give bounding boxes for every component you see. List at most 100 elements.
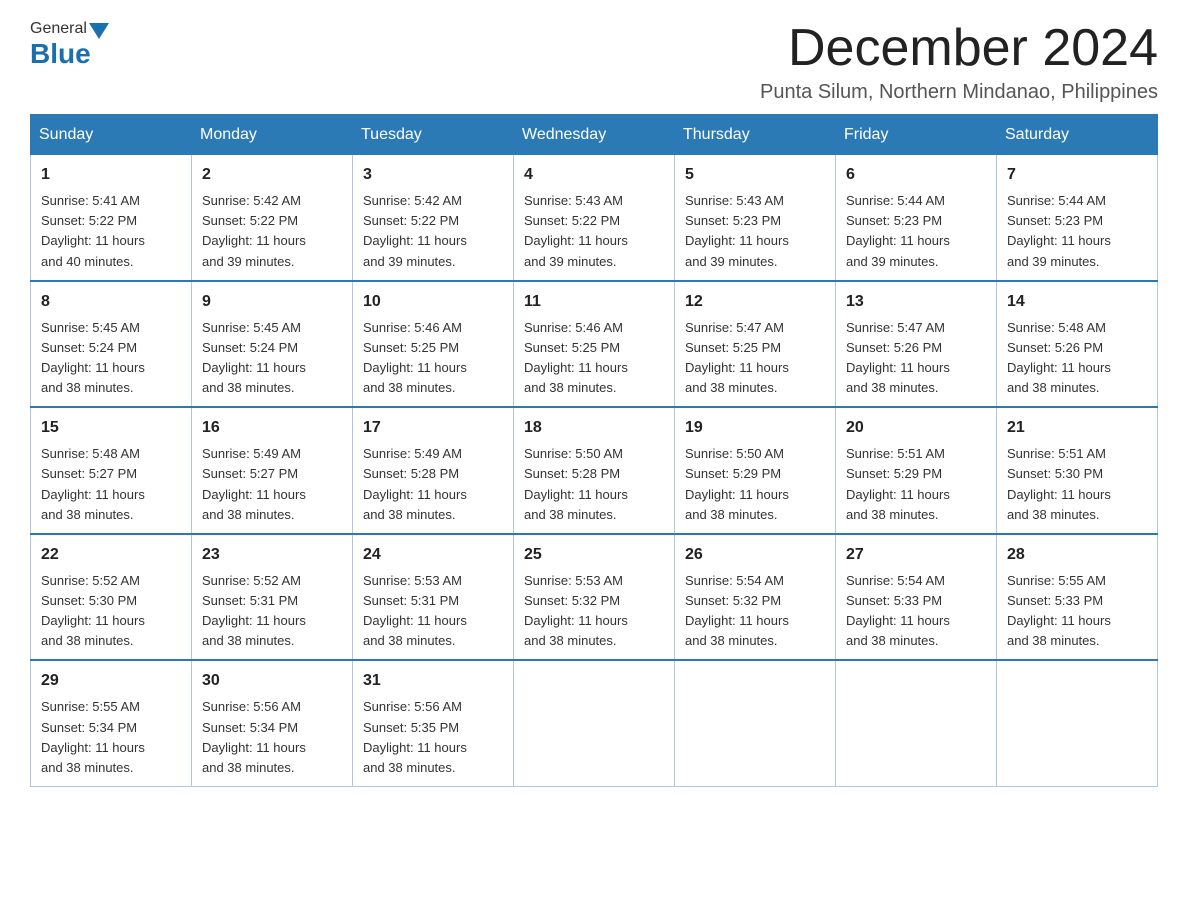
calendar-cell xyxy=(997,660,1158,786)
day-info: Sunrise: 5:46 AMSunset: 5:25 PMDaylight:… xyxy=(363,320,467,395)
page-header: General Blue December 2024 Punta Silum, … xyxy=(30,20,1158,104)
calendar-week-row: 15 Sunrise: 5:48 AMSunset: 5:27 PMDaylig… xyxy=(31,407,1158,534)
day-info: Sunrise: 5:54 AMSunset: 5:32 PMDaylight:… xyxy=(685,573,789,648)
calendar-cell: 21 Sunrise: 5:51 AMSunset: 5:30 PMDaylig… xyxy=(997,407,1158,534)
day-info: Sunrise: 5:43 AMSunset: 5:23 PMDaylight:… xyxy=(685,193,789,268)
day-number: 19 xyxy=(685,416,825,440)
calendar-cell: 5 Sunrise: 5:43 AMSunset: 5:23 PMDayligh… xyxy=(675,155,836,281)
day-info: Sunrise: 5:48 AMSunset: 5:26 PMDaylight:… xyxy=(1007,320,1111,395)
day-number: 22 xyxy=(41,543,181,567)
calendar-cell: 26 Sunrise: 5:54 AMSunset: 5:32 PMDaylig… xyxy=(675,534,836,661)
calendar-cell: 17 Sunrise: 5:49 AMSunset: 5:28 PMDaylig… xyxy=(353,407,514,534)
day-info: Sunrise: 5:51 AMSunset: 5:29 PMDaylight:… xyxy=(846,446,950,521)
day-number: 16 xyxy=(202,416,342,440)
calendar-cell xyxy=(675,660,836,786)
day-number: 2 xyxy=(202,163,342,187)
day-number: 3 xyxy=(363,163,503,187)
calendar-header-wednesday: Wednesday xyxy=(514,115,675,155)
day-info: Sunrise: 5:47 AMSunset: 5:26 PMDaylight:… xyxy=(846,320,950,395)
day-number: 28 xyxy=(1007,543,1147,567)
day-info: Sunrise: 5:53 AMSunset: 5:32 PMDaylight:… xyxy=(524,573,628,648)
calendar-cell: 16 Sunrise: 5:49 AMSunset: 5:27 PMDaylig… xyxy=(192,407,353,534)
calendar-cell: 25 Sunrise: 5:53 AMSunset: 5:32 PMDaylig… xyxy=(514,534,675,661)
day-info: Sunrise: 5:46 AMSunset: 5:25 PMDaylight:… xyxy=(524,320,628,395)
calendar-cell: 23 Sunrise: 5:52 AMSunset: 5:31 PMDaylig… xyxy=(192,534,353,661)
day-info: Sunrise: 5:47 AMSunset: 5:25 PMDaylight:… xyxy=(685,320,789,395)
day-info: Sunrise: 5:49 AMSunset: 5:28 PMDaylight:… xyxy=(363,446,467,521)
calendar-cell: 28 Sunrise: 5:55 AMSunset: 5:33 PMDaylig… xyxy=(997,534,1158,661)
calendar-cell: 20 Sunrise: 5:51 AMSunset: 5:29 PMDaylig… xyxy=(836,407,997,534)
day-info: Sunrise: 5:48 AMSunset: 5:27 PMDaylight:… xyxy=(41,446,145,521)
day-info: Sunrise: 5:54 AMSunset: 5:33 PMDaylight:… xyxy=(846,573,950,648)
calendar-week-row: 29 Sunrise: 5:55 AMSunset: 5:34 PMDaylig… xyxy=(31,660,1158,786)
day-number: 11 xyxy=(524,290,664,314)
day-number: 13 xyxy=(846,290,986,314)
calendar-cell: 2 Sunrise: 5:42 AMSunset: 5:22 PMDayligh… xyxy=(192,155,353,281)
day-info: Sunrise: 5:43 AMSunset: 5:22 PMDaylight:… xyxy=(524,193,628,268)
logo-triangle-icon xyxy=(89,23,109,39)
day-info: Sunrise: 5:45 AMSunset: 5:24 PMDaylight:… xyxy=(41,320,145,395)
location-subtitle: Punta Silum, Northern Mindanao, Philippi… xyxy=(760,81,1158,104)
calendar-cell xyxy=(514,660,675,786)
day-info: Sunrise: 5:55 AMSunset: 5:33 PMDaylight:… xyxy=(1007,573,1111,648)
day-number: 29 xyxy=(41,669,181,693)
day-info: Sunrise: 5:41 AMSunset: 5:22 PMDaylight:… xyxy=(41,193,145,268)
calendar-cell: 30 Sunrise: 5:56 AMSunset: 5:34 PMDaylig… xyxy=(192,660,353,786)
logo: General Blue xyxy=(30,20,111,70)
day-number: 8 xyxy=(41,290,181,314)
day-number: 12 xyxy=(685,290,825,314)
calendar-table: SundayMondayTuesdayWednesdayThursdayFrid… xyxy=(30,114,1158,787)
day-info: Sunrise: 5:56 AMSunset: 5:34 PMDaylight:… xyxy=(202,699,306,774)
calendar-cell: 22 Sunrise: 5:52 AMSunset: 5:30 PMDaylig… xyxy=(31,534,192,661)
day-number: 5 xyxy=(685,163,825,187)
calendar-header-row: SundayMondayTuesdayWednesdayThursdayFrid… xyxy=(31,115,1158,155)
day-info: Sunrise: 5:42 AMSunset: 5:22 PMDaylight:… xyxy=(363,193,467,268)
calendar-cell: 8 Sunrise: 5:45 AMSunset: 5:24 PMDayligh… xyxy=(31,281,192,408)
calendar-cell: 12 Sunrise: 5:47 AMSunset: 5:25 PMDaylig… xyxy=(675,281,836,408)
calendar-header-tuesday: Tuesday xyxy=(353,115,514,155)
day-info: Sunrise: 5:56 AMSunset: 5:35 PMDaylight:… xyxy=(363,699,467,774)
calendar-week-row: 8 Sunrise: 5:45 AMSunset: 5:24 PMDayligh… xyxy=(31,281,1158,408)
day-info: Sunrise: 5:52 AMSunset: 5:30 PMDaylight:… xyxy=(41,573,145,648)
calendar-cell: 3 Sunrise: 5:42 AMSunset: 5:22 PMDayligh… xyxy=(353,155,514,281)
day-number: 20 xyxy=(846,416,986,440)
day-number: 18 xyxy=(524,416,664,440)
day-info: Sunrise: 5:53 AMSunset: 5:31 PMDaylight:… xyxy=(363,573,467,648)
calendar-cell: 1 Sunrise: 5:41 AMSunset: 5:22 PMDayligh… xyxy=(31,155,192,281)
day-info: Sunrise: 5:51 AMSunset: 5:30 PMDaylight:… xyxy=(1007,446,1111,521)
calendar-header-friday: Friday xyxy=(836,115,997,155)
calendar-cell: 4 Sunrise: 5:43 AMSunset: 5:22 PMDayligh… xyxy=(514,155,675,281)
day-number: 10 xyxy=(363,290,503,314)
day-info: Sunrise: 5:44 AMSunset: 5:23 PMDaylight:… xyxy=(1007,193,1111,268)
calendar-cell: 29 Sunrise: 5:55 AMSunset: 5:34 PMDaylig… xyxy=(31,660,192,786)
logo-general-text: General xyxy=(30,20,87,38)
day-info: Sunrise: 5:55 AMSunset: 5:34 PMDaylight:… xyxy=(41,699,145,774)
calendar-cell: 11 Sunrise: 5:46 AMSunset: 5:25 PMDaylig… xyxy=(514,281,675,408)
calendar-cell: 15 Sunrise: 5:48 AMSunset: 5:27 PMDaylig… xyxy=(31,407,192,534)
calendar-header-saturday: Saturday xyxy=(997,115,1158,155)
day-info: Sunrise: 5:52 AMSunset: 5:31 PMDaylight:… xyxy=(202,573,306,648)
day-number: 6 xyxy=(846,163,986,187)
day-number: 25 xyxy=(524,543,664,567)
day-number: 1 xyxy=(41,163,181,187)
month-title: December 2024 xyxy=(760,20,1158,77)
day-number: 7 xyxy=(1007,163,1147,187)
day-number: 17 xyxy=(363,416,503,440)
calendar-cell: 7 Sunrise: 5:44 AMSunset: 5:23 PMDayligh… xyxy=(997,155,1158,281)
calendar-cell: 31 Sunrise: 5:56 AMSunset: 5:35 PMDaylig… xyxy=(353,660,514,786)
day-number: 27 xyxy=(846,543,986,567)
day-info: Sunrise: 5:44 AMSunset: 5:23 PMDaylight:… xyxy=(846,193,950,268)
title-section: December 2024 Punta Silum, Northern Mind… xyxy=(760,20,1158,104)
day-number: 15 xyxy=(41,416,181,440)
day-number: 14 xyxy=(1007,290,1147,314)
calendar-week-row: 22 Sunrise: 5:52 AMSunset: 5:30 PMDaylig… xyxy=(31,534,1158,661)
day-info: Sunrise: 5:50 AMSunset: 5:29 PMDaylight:… xyxy=(685,446,789,521)
calendar-cell: 6 Sunrise: 5:44 AMSunset: 5:23 PMDayligh… xyxy=(836,155,997,281)
logo-blue-text: Blue xyxy=(30,38,91,70)
calendar-week-row: 1 Sunrise: 5:41 AMSunset: 5:22 PMDayligh… xyxy=(31,155,1158,281)
calendar-cell xyxy=(836,660,997,786)
day-info: Sunrise: 5:42 AMSunset: 5:22 PMDaylight:… xyxy=(202,193,306,268)
calendar-cell: 9 Sunrise: 5:45 AMSunset: 5:24 PMDayligh… xyxy=(192,281,353,408)
day-number: 4 xyxy=(524,163,664,187)
day-number: 21 xyxy=(1007,416,1147,440)
